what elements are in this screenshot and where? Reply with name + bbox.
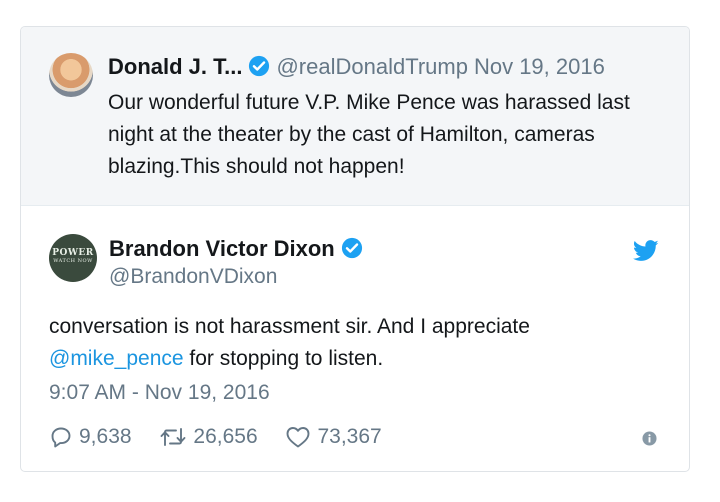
tweet-text: conversation is not harassment sir. And … (49, 311, 669, 375)
avatar-text-line1: POWER (52, 248, 94, 258)
avatar-text-line2: WATCH NOW (53, 258, 93, 264)
quoted-tweet-header: Donald J. T... @realDonaldTrump Nov 19, 20… (108, 54, 605, 80)
user-avatar[interactable]: POWER WATCH NOW (49, 234, 97, 282)
quoted-tweet[interactable]: Donald J. T... @realDonaldTrump Nov 19, 20… (21, 27, 689, 206)
retweet-count: 26,656 (193, 425, 258, 448)
retweet-icon (160, 428, 186, 446)
user-name[interactable]: Brandon Victor Dixon (109, 236, 335, 261)
tweet-text-after: for stopping to listen. (183, 347, 384, 370)
quoted-user-avatar[interactable] (49, 53, 93, 97)
tweet-timestamp[interactable]: 9:07 AM - Nov 19, 2016 (49, 381, 270, 405)
quoted-tweet-date[interactable]: Nov 19, 2016 (474, 54, 605, 79)
quoted-user-name[interactable]: Donald J. T... (108, 54, 242, 79)
retweet-button[interactable]: 26,656 (159, 425, 258, 449)
tweet-embed-card: Donald J. T... @realDonaldTrump Nov 19, 20… (20, 26, 690, 472)
heart-icon (287, 427, 310, 448)
user-handle[interactable]: @BrandonVDixon (109, 265, 277, 289)
mention-link[interactable]: @mike_pence (49, 347, 184, 370)
quoted-user-handle[interactable]: @realDonaldTrump (276, 54, 467, 79)
twitter-bird-icon[interactable] (633, 240, 659, 262)
reply-button[interactable]: 9,638 (49, 425, 132, 449)
tweet-text-before: conversation is not harassment sir. And … (49, 315, 530, 338)
verified-badge-icon (341, 237, 362, 259)
reply-icon (51, 427, 71, 448)
tweet-actions: 9,638 26,656 73,367 (49, 425, 404, 453)
like-button[interactable]: 73,367 (285, 425, 382, 449)
like-count: 73,367 (317, 425, 382, 448)
user-name-row: Brandon Victor Dixon (109, 236, 363, 262)
reply-count: 9,638 (79, 425, 132, 448)
quoted-tweet-text: Our wonderful future V.P. Mike Pence was… (108, 91, 630, 178)
verified-badge-icon (249, 55, 270, 77)
info-icon[interactable] (642, 431, 657, 446)
